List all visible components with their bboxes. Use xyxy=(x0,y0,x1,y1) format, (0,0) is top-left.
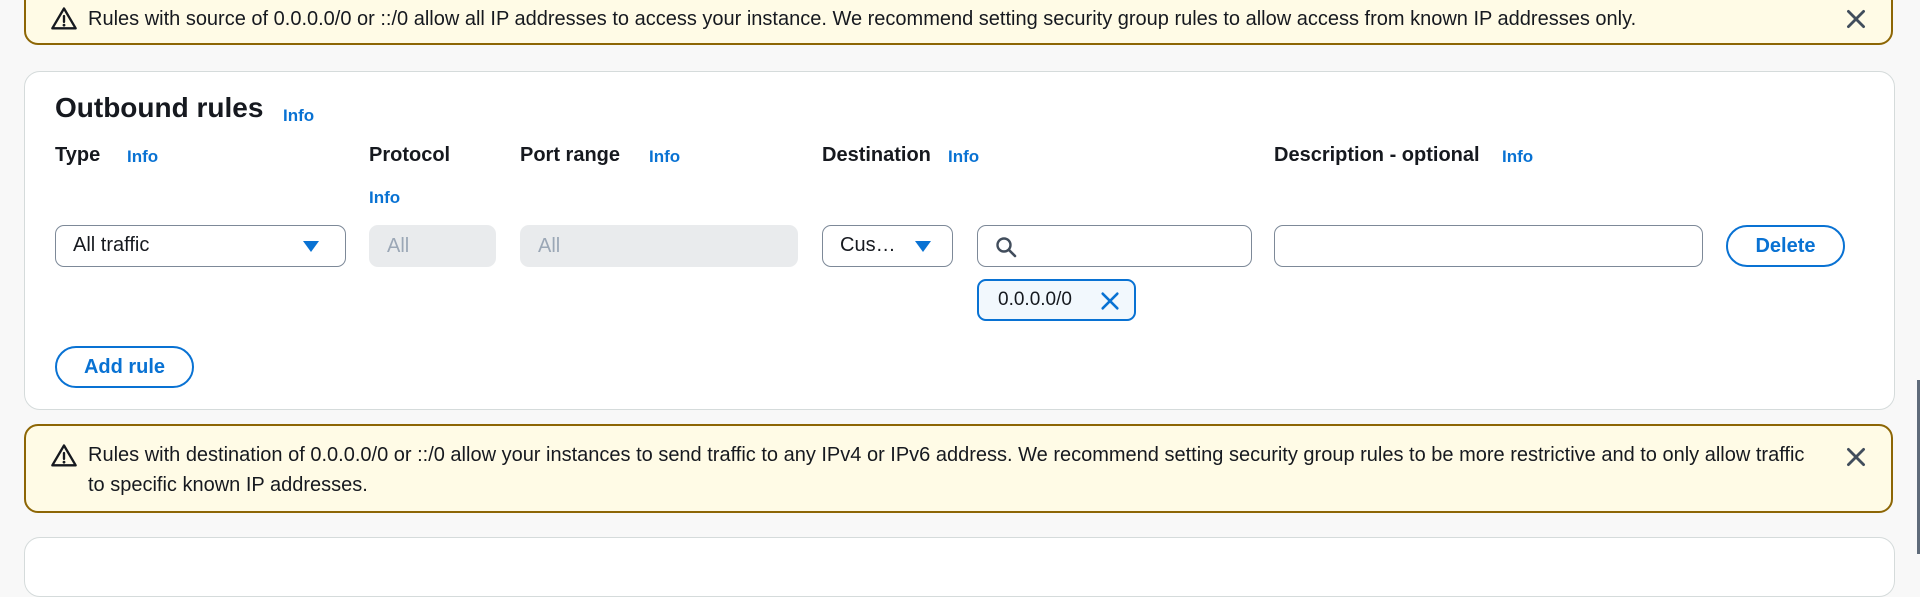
caret-down-icon xyxy=(915,241,931,252)
protocol-info-link[interactable]: Info xyxy=(369,188,400,208)
warning-icon xyxy=(51,444,77,467)
section-title: Outbound rules xyxy=(55,92,264,123)
type-select[interactable]: All traffic xyxy=(55,225,346,267)
type-column-header: Type xyxy=(55,144,101,166)
add-rule-button[interactable]: Add rule xyxy=(55,346,194,388)
destination-info-link[interactable]: Info xyxy=(948,147,979,167)
remove-token-icon[interactable] xyxy=(1099,290,1121,312)
caret-down-icon xyxy=(303,241,319,252)
protocol-input: All xyxy=(369,225,496,267)
warning-icon xyxy=(51,7,77,30)
port-range-column-header: Port range xyxy=(520,144,621,166)
alert-message: Rules with destination of 0.0.0.0/0 or :… xyxy=(88,444,1805,496)
next-panel xyxy=(24,537,1895,597)
destination-column-header: Destination xyxy=(822,144,931,166)
type-select-value: All traffic xyxy=(73,234,150,256)
destination-token-label: 0.0.0.0/0 xyxy=(998,289,1072,310)
inbound-warning-alert: Rules with source of 0.0.0.0/0 or ::/0 a… xyxy=(24,0,1893,45)
description-info-link[interactable]: Info xyxy=(1502,147,1533,167)
port-range-input: All xyxy=(520,225,798,267)
delete-rule-button[interactable]: Delete xyxy=(1726,225,1845,267)
destination-type-select[interactable]: Cus… xyxy=(822,225,953,267)
port-range-info-link[interactable]: Info xyxy=(649,147,680,167)
close-icon[interactable] xyxy=(1843,444,1869,470)
outbound-rules-panel: Outbound rules Info Type Info Protocol I… xyxy=(24,71,1895,410)
description-input[interactable] xyxy=(1274,225,1703,267)
destination-search-input[interactable] xyxy=(977,225,1252,267)
alert-message: Rules with source of 0.0.0.0/0 or ::/0 a… xyxy=(88,8,1637,30)
close-icon[interactable] xyxy=(1843,6,1869,32)
destination-type-value: Cus… xyxy=(840,234,896,256)
outbound-warning-alert: Rules with destination of 0.0.0.0/0 or :… xyxy=(24,424,1893,513)
destination-token: 0.0.0.0/0 xyxy=(977,279,1136,321)
description-column-header: Description - optional xyxy=(1274,144,1480,166)
type-info-link[interactable]: Info xyxy=(127,147,158,167)
protocol-column-header: Protocol xyxy=(369,144,451,166)
search-icon xyxy=(996,237,1017,258)
title-info-link[interactable]: Info xyxy=(283,106,314,126)
